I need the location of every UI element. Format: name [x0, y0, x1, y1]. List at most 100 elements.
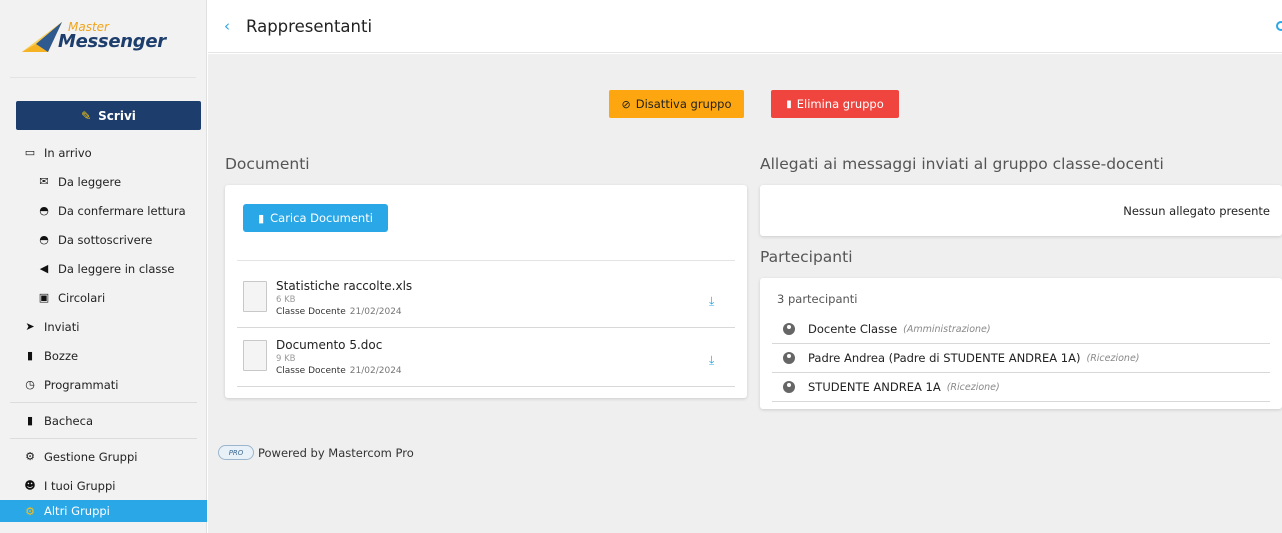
documents-title: Documenti — [225, 155, 310, 173]
sidebar-item-da-leggere-in-classe[interactable]: ◀ Da leggere in classe — [0, 254, 207, 283]
ban-icon: ⊘ — [621, 97, 631, 111]
file-date: 21/02/2024 — [349, 307, 402, 317]
sidebar-divider — [10, 438, 197, 439]
sidebar-nav: ▭ In arrivo ✉ Da leggere ◓ Da confermare… — [0, 138, 207, 522]
card-divider — [237, 260, 735, 261]
document-row[interactable]: Documento 5.doc 9 KB Classe Docente 21/02… — [237, 328, 735, 387]
download-icon[interactable]: ⤓ — [709, 294, 714, 309]
sidebar-item-label: Bacheca — [44, 413, 93, 428]
sidebar-item-label: Da leggere in classe — [58, 261, 175, 276]
sidebar-item-da-leggere[interactable]: ✉ Da leggere — [0, 167, 207, 196]
upload-label: Carica Documenti — [270, 211, 373, 225]
file-name[interactable]: Documento 5.doc — [276, 338, 382, 352]
sidebar-item-i-tuoi-gruppi[interactable]: ☻ I tuoi Gruppi — [0, 471, 207, 500]
participant-name: Docente Classe — [808, 322, 898, 336]
sidebar-item-bacheca[interactable]: ▮ Bacheca — [0, 406, 207, 435]
envelope-icon: ✉ — [39, 175, 49, 188]
user-icon — [783, 352, 795, 364]
mastercom-logo-icon: PRO — [218, 445, 254, 460]
attachments-card: Nessun allegato presente — [760, 185, 1282, 236]
inbox-icon: ▭ — [24, 146, 36, 159]
participant-row[interactable]: Docente Classe (Amministrazione) — [772, 315, 1270, 344]
participant-role: (Ricezione) — [946, 381, 1000, 393]
file-date: 21/02/2024 — [349, 366, 402, 376]
sidebar-divider — [10, 402, 197, 403]
file-icon: ▮ — [26, 349, 34, 362]
sidebar-item-label: Da sottoscrivere — [58, 232, 153, 247]
compose-label: Scrivi — [98, 108, 136, 123]
clock-icon: ◷ — [25, 378, 35, 391]
main-content: ⊘ Disattiva gruppo ▮ Elimina gruppo Docu… — [208, 54, 1282, 533]
participant-row[interactable]: Padre Andrea (Padre di STUDENTE ANDREA 1… — [772, 344, 1270, 373]
sidebar-item-inviati[interactable]: ➤ Inviati — [0, 312, 207, 341]
deactivate-label: Disattiva gruppo — [635, 97, 732, 111]
sidebar-item-in-arrivo[interactable]: ▭ In arrivo — [0, 138, 207, 167]
spreadsheet-file-icon — [243, 281, 267, 312]
participant-role: (Amministrazione) — [903, 323, 991, 335]
sidebar: Master Messenger ✎ Scrivi ▭ In arrivo ✉ … — [0, 0, 207, 533]
sidebar-item-label: Gestione Gruppi — [44, 449, 138, 464]
file-size: 9 KB — [276, 354, 296, 364]
circular-icon: ▣ — [38, 291, 50, 304]
participants-card: 3 partecipanti Docente Classe (Amministr… — [760, 278, 1282, 409]
users-icon: ☻ — [24, 479, 36, 492]
sidebar-item-label: Circolari — [58, 290, 106, 305]
sidebar-item-label: In arrivo — [44, 145, 92, 160]
sidebar-item-gestione-gruppi[interactable]: ⚙ Gestione Gruppi — [0, 442, 207, 471]
attachments-title: Allegati ai messaggi inviati al gruppo c… — [760, 155, 1164, 173]
sidebar-item-bozze[interactable]: ▮ Bozze — [0, 341, 207, 370]
sidebar-item-altri-gruppi[interactable]: ⚙ Altri Gruppi — [0, 500, 207, 522]
sidebar-item-label: Da confermare lettura — [58, 203, 186, 218]
bullhorn-icon: ◀ — [39, 262, 49, 275]
file-icon: ▮ — [258, 211, 265, 225]
paper-plane-icon: ➤ — [25, 320, 35, 333]
file-owner: Classe Docente — [276, 366, 346, 376]
sidebar-item-label: I tuoi Gruppi — [44, 478, 116, 493]
page-title: Rappresentanti — [246, 16, 373, 36]
user-icon — [783, 323, 795, 335]
back-chevron-icon[interactable]: ‹ — [224, 17, 230, 35]
search-icon[interactable] — [1276, 21, 1282, 31]
cogs-icon: ⚙ — [25, 504, 35, 518]
logo-text-messenger: Messenger — [58, 31, 166, 52]
deactivate-group-button[interactable]: ⊘ Disattiva gruppo — [609, 90, 744, 118]
file-meta: Classe Docente 21/02/2024 — [276, 307, 402, 317]
sidebar-item-da-sottoscrivere[interactable]: ◓ Da sottoscrivere — [0, 225, 207, 254]
no-attachments-text: Nessun allegato presente — [1123, 204, 1270, 218]
powered-by-footer: PRO Powered by Mastercom Pro — [218, 445, 414, 460]
powered-text: Powered by Mastercom Pro — [258, 445, 414, 460]
participant-role: (Ricezione) — [1086, 352, 1140, 364]
top-header: ‹ Rappresentanti — [208, 0, 1282, 53]
app-logo[interactable]: Master Messenger — [10, 0, 196, 78]
sidebar-item-label: Inviati — [44, 319, 80, 334]
participant-name: STUDENTE ANDREA 1A — [808, 380, 941, 394]
users-cog-icon: ⚙ — [25, 450, 35, 463]
participants-title: Partecipanti — [760, 248, 853, 266]
sidebar-item-da-confermare-lettura[interactable]: ◓ Da confermare lettura — [0, 196, 207, 225]
upload-documents-button[interactable]: ▮ Carica Documenti — [243, 204, 388, 232]
participant-row[interactable]: STUDENTE ANDREA 1A (Ricezione) — [772, 373, 1270, 402]
file-owner: Classe Docente — [276, 307, 346, 317]
sidebar-item-programmati[interactable]: ◷ Programmati — [0, 370, 207, 399]
sidebar-item-label: Programmati — [44, 377, 119, 392]
pencil-icon: ✎ — [81, 108, 92, 123]
document-row[interactable]: Statistiche raccolte.xls 6 KB Classe Doc… — [237, 269, 735, 328]
file-meta: Classe Docente 21/02/2024 — [276, 366, 402, 376]
trash-icon: ▮ — [786, 98, 792, 110]
sidebar-item-label: Da leggere — [58, 174, 122, 189]
participant-name: Padre Andrea (Padre di STUDENTE ANDREA 1… — [808, 351, 1081, 365]
envelope-open-icon: ◓ — [39, 233, 49, 246]
document-file-icon — [243, 340, 267, 371]
sidebar-item-label: Altri Gruppi — [44, 504, 110, 518]
file-size: 6 KB — [276, 295, 296, 305]
delete-label: Elimina gruppo — [796, 97, 884, 111]
file-name[interactable]: Statistiche raccolte.xls — [276, 279, 412, 293]
delete-group-button[interactable]: ▮ Elimina gruppo — [771, 90, 899, 118]
sidebar-item-circolari[interactable]: ▣ Circolari — [0, 283, 207, 312]
download-icon[interactable]: ⤓ — [709, 353, 714, 368]
sidebar-item-label: Bozze — [44, 348, 79, 363]
participants-count: 3 partecipanti — [777, 292, 858, 306]
user-icon — [783, 381, 795, 393]
documents-card: ▮ Carica Documenti Statistiche raccolte.… — [225, 185, 747, 398]
compose-button[interactable]: ✎ Scrivi — [16, 101, 201, 130]
